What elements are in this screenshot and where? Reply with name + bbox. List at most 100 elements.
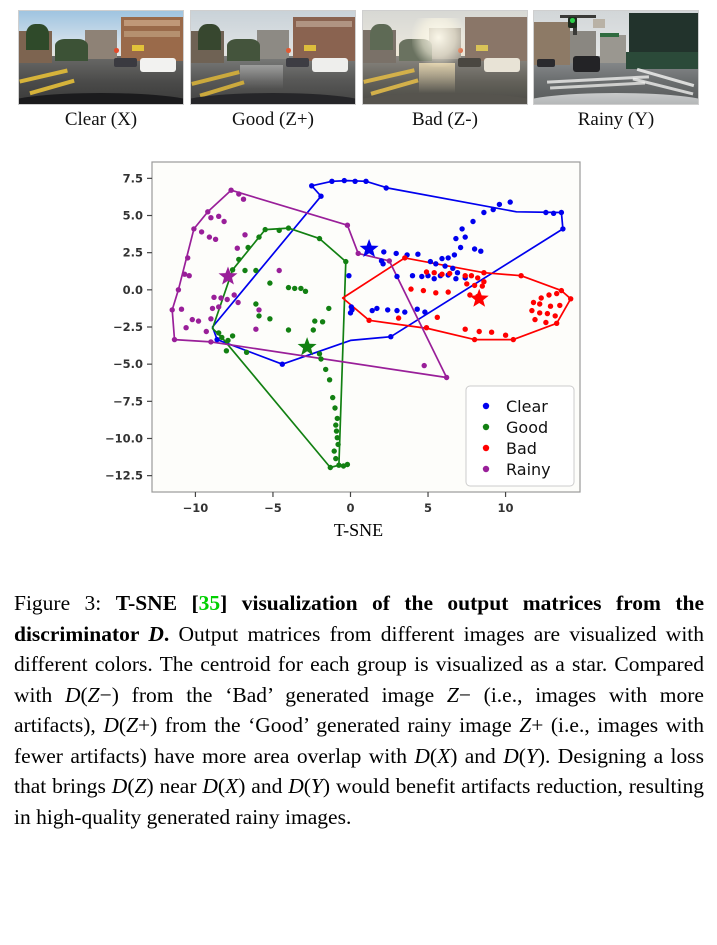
thumbnail-image-bad — [362, 10, 528, 105]
data-point-rainy — [195, 318, 202, 324]
data-point-good — [225, 337, 231, 344]
y-tick-label: −10.0 — [105, 431, 143, 445]
data-point-rainy — [203, 328, 209, 335]
data-point-good — [292, 285, 298, 292]
data-point-clear — [481, 209, 487, 216]
thumbnail-label-good: Good (Z+) — [232, 109, 314, 130]
data-point-rainy — [216, 213, 222, 219]
data-point-good — [243, 349, 250, 355]
legend-label-clear: Clear — [506, 397, 548, 416]
y-tick-label: 5.0 — [123, 209, 143, 223]
data-point-bad — [439, 271, 445, 277]
data-point-clear — [369, 307, 375, 314]
data-point-clear — [415, 251, 421, 257]
car-hood — [191, 92, 355, 104]
data-point-good — [312, 318, 318, 324]
data-point-clear — [329, 178, 335, 184]
data-point-rainy — [344, 222, 351, 228]
data-point-good — [256, 313, 262, 319]
data-point-clear — [459, 226, 465, 232]
white-van — [312, 57, 349, 73]
citation-ref[interactable]: 35 — [199, 591, 221, 615]
data-point-rainy — [276, 267, 282, 274]
data-point-clear — [454, 270, 461, 276]
data-point-good — [318, 356, 324, 362]
data-point-rainy — [208, 215, 214, 221]
x-tick-label: 10 — [498, 501, 514, 515]
y-tick-label: 0.0 — [123, 283, 143, 297]
data-point-bad — [462, 273, 468, 279]
data-point-clear — [558, 209, 565, 216]
data-point-clear — [451, 252, 458, 258]
data-point-bad — [423, 325, 430, 331]
wet-road-reflection — [240, 64, 283, 90]
data-point-rainy — [421, 362, 427, 369]
street-sign — [593, 19, 605, 28]
data-point-rainy — [205, 209, 211, 215]
car-hood — [534, 92, 698, 104]
data-point-rainy — [171, 336, 178, 343]
figure-caption: Figure 3: T-SNE [35] visualization of th… — [14, 588, 704, 832]
data-point-bad — [546, 292, 552, 298]
data-point-bad — [502, 332, 509, 338]
data-point-clear — [478, 248, 484, 254]
data-point-good — [285, 284, 292, 291]
x-tick-label: 0 — [346, 501, 354, 515]
thumbnail-label-bad: Bad (Z-) — [412, 109, 478, 130]
data-point-bad — [529, 307, 535, 314]
data-point-bad — [552, 313, 558, 319]
data-point-bad — [395, 315, 402, 321]
traffic-light-red — [114, 48, 120, 53]
tree-center — [227, 38, 260, 62]
x-tick-label: −5 — [264, 501, 282, 515]
data-point-bad — [420, 287, 427, 294]
data-point-good — [334, 415, 340, 422]
building-center — [599, 35, 626, 64]
data-point-bad — [558, 287, 565, 294]
data-point-rainy — [191, 226, 197, 232]
data-point-bad — [557, 302, 563, 309]
data-point-bad — [445, 289, 451, 295]
data-point-clear — [347, 310, 354, 316]
data-point-bad — [538, 295, 544, 301]
data-point-bad — [462, 326, 468, 332]
data-point-clear — [433, 261, 439, 267]
y-tick-label: −7.5 — [113, 394, 143, 408]
car-hood-artifacts — [363, 92, 527, 104]
plot-legend[interactable]: Clear Good Bad Rainy — [465, 385, 575, 487]
data-point-bad — [468, 273, 475, 279]
data-point-good — [219, 334, 225, 341]
data-point-good — [229, 267, 236, 273]
data-point-good — [223, 348, 230, 354]
data-point-bad — [554, 320, 560, 326]
data-point-good — [267, 316, 273, 322]
data-point-rainy — [256, 307, 262, 313]
data-point-rainy — [231, 292, 237, 298]
data-point-clear — [385, 307, 391, 313]
thumbnail-strip: Clear (X) Good (Z+) Bad (Z-) Rainy (Y) — [0, 0, 717, 150]
parked-car — [537, 59, 556, 67]
data-point-clear — [543, 209, 549, 216]
data-point-clear — [453, 276, 459, 282]
data-point-clear — [393, 250, 399, 257]
data-point-clear — [402, 309, 408, 315]
data-point-bad — [475, 275, 481, 281]
thumbnail-bad: Bad (Z-) — [362, 10, 528, 130]
y-tick-label: −2.5 — [113, 320, 143, 334]
plot-xlabel: T-SNE — [333, 520, 384, 540]
white-van — [140, 57, 177, 73]
y-tick-label: −12.5 — [105, 469, 143, 483]
legend-label-rainy: Rainy — [506, 460, 551, 479]
data-point-clear — [409, 273, 416, 279]
car-dark — [286, 58, 310, 67]
tsne-scatter-plot: −10 −5 0 5 10 7.5 5.0 2.5 0.0 −2.5 −5.0 −7.5 −10.0 −1… — [0, 150, 717, 570]
data-point-clear — [348, 304, 354, 310]
data-point-clear — [471, 246, 478, 252]
data-point-rainy — [234, 245, 240, 251]
data-point-clear — [383, 185, 389, 191]
x-tick-label: −10 — [183, 501, 209, 515]
data-point-good — [330, 394, 336, 401]
data-point-rainy — [181, 271, 188, 277]
building-right-band2 — [123, 31, 180, 38]
data-point-clear — [560, 226, 566, 232]
